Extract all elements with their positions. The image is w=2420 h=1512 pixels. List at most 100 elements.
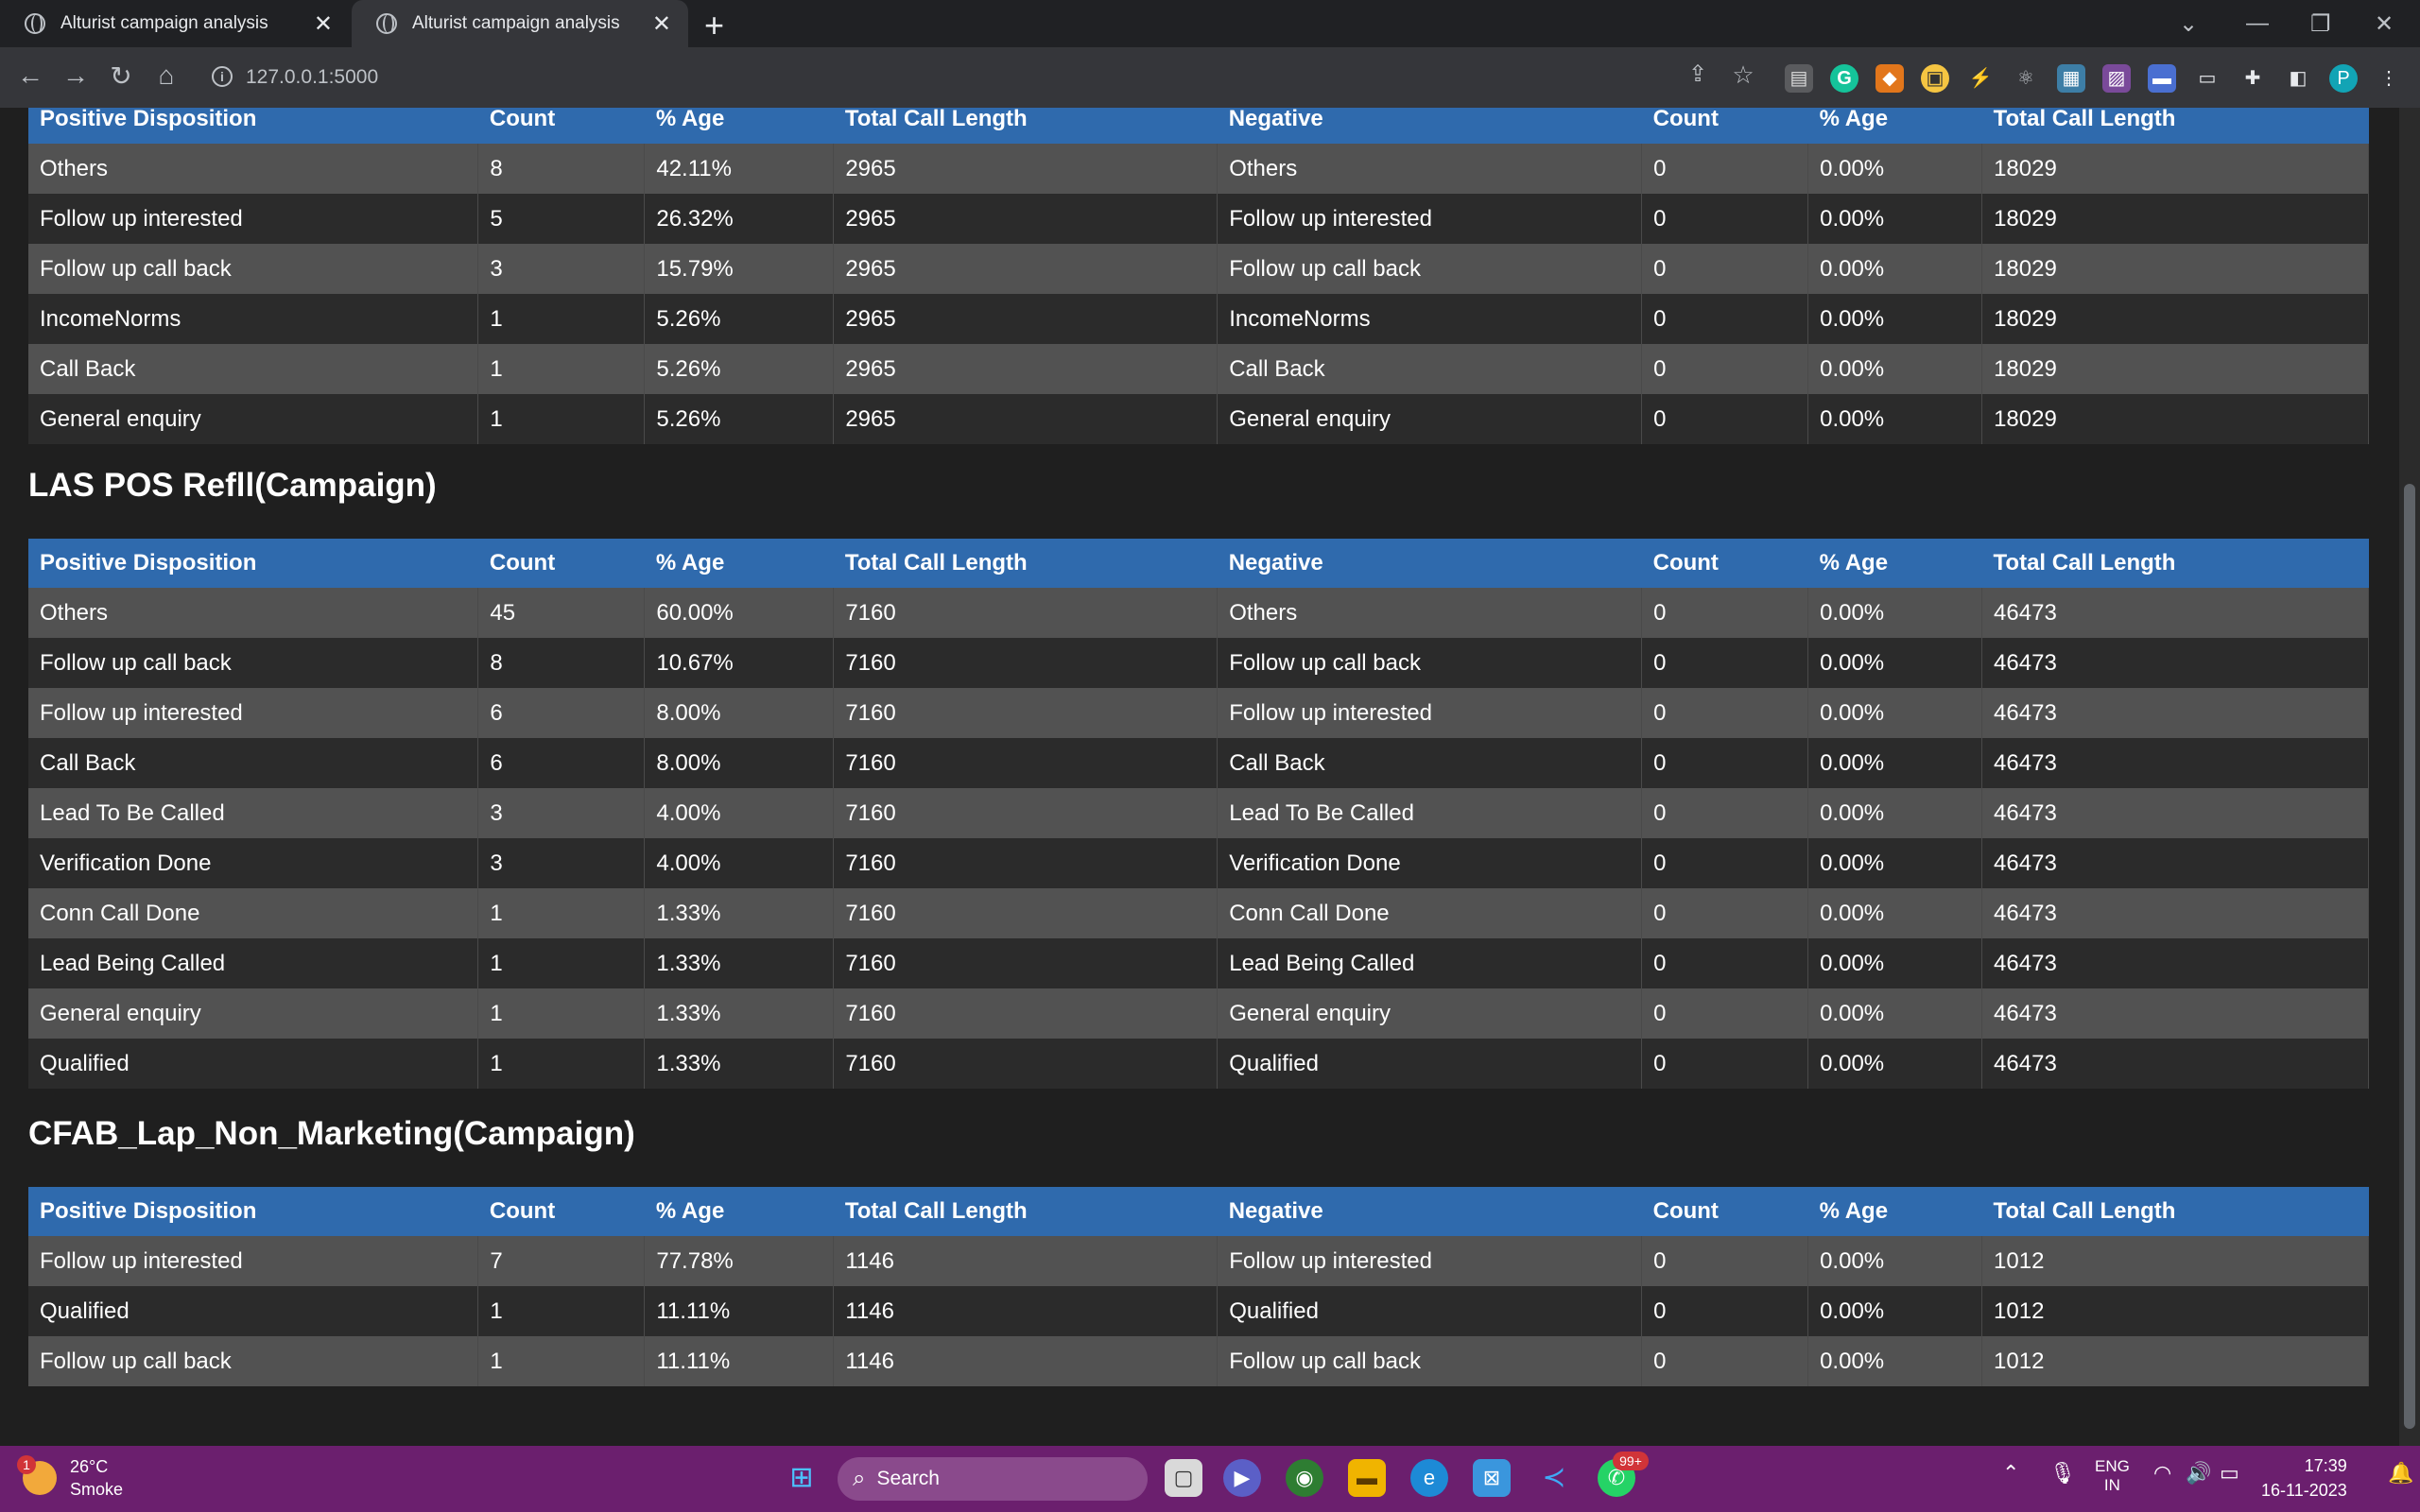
reload-icon[interactable]: ↻ bbox=[104, 60, 138, 92]
table-cell: IncomeNorms bbox=[28, 294, 479, 344]
table-cell: IncomeNorms bbox=[1217, 294, 1643, 344]
close-tab-icon[interactable]: ✕ bbox=[652, 10, 671, 38]
share-icon[interactable]: ⇪ bbox=[1681, 60, 1715, 88]
table-cell: 46473 bbox=[1981, 638, 2369, 688]
table-cell: Others bbox=[28, 588, 479, 638]
table-cell: 46473 bbox=[1981, 838, 2369, 888]
column-header: Total Call Length bbox=[1981, 108, 2369, 144]
weather-widget[interactable]: 1 26°C Smoke bbox=[17, 1455, 124, 1501]
chrome-icon[interactable]: ◉ bbox=[1286, 1459, 1323, 1497]
extension-docs-icon[interactable]: ▤ bbox=[1785, 64, 1813, 93]
page-scrollbar[interactable] bbox=[2399, 108, 2420, 1446]
microphone-icon[interactable]: 🎙 bbox=[2049, 1461, 2076, 1486]
grammarly-icon[interactable]: G bbox=[1830, 64, 1858, 93]
table-cell: 1 bbox=[477, 394, 646, 444]
edge-icon[interactable]: e bbox=[1410, 1459, 1448, 1497]
extension-image-icon[interactable]: ▨ bbox=[2102, 64, 2131, 93]
table-cell: Qualified bbox=[1217, 1039, 1643, 1089]
table-cell: 46473 bbox=[1981, 688, 2369, 738]
extension-folder-icon[interactable]: ▬ bbox=[2148, 64, 2176, 93]
battery-icon[interactable]: ▭ bbox=[2220, 1461, 2239, 1486]
browser-tab-2[interactable]: Alturist campaign analysis ✕ bbox=[352, 0, 688, 47]
weather-desc: Smoke bbox=[70, 1480, 124, 1499]
column-header: % Age bbox=[1807, 539, 1982, 588]
home-icon[interactable]: ⌂ bbox=[149, 60, 183, 91]
table-cell: 0 bbox=[1641, 244, 1809, 294]
table-cell: 0 bbox=[1641, 1236, 1809, 1286]
puzzle-extensions-icon[interactable]: ✚ bbox=[2238, 64, 2267, 93]
site-info-icon[interactable]: i bbox=[212, 66, 233, 87]
table-cell: 46473 bbox=[1981, 938, 2369, 988]
metamask-icon[interactable]: ◆ bbox=[1876, 64, 1904, 93]
clipboard-extension-icon[interactable]: ▣ bbox=[1921, 64, 1949, 93]
address-bar[interactable]: 127.0.0.1:5000 bbox=[246, 66, 378, 89]
tab-strip: Alturist campaign analysis ✕ Alturist ca… bbox=[0, 0, 2420, 47]
taskbar-search[interactable]: ⌕ Search bbox=[838, 1457, 1148, 1501]
table-row: Follow up interested 5 26.32% 2965 Follow up… bbox=[28, 194, 2369, 244]
column-header: Count bbox=[477, 108, 645, 144]
scroll-thumb[interactable] bbox=[2404, 484, 2415, 1429]
table-cell: 1146 bbox=[833, 1236, 1219, 1286]
language-indicator[interactable]: ENG IN bbox=[2095, 1457, 2130, 1495]
browser-tab-1[interactable]: Alturist campaign analysis ✕ bbox=[0, 0, 350, 47]
table-cell: 1146 bbox=[833, 1286, 1219, 1336]
column-header: Count bbox=[477, 539, 645, 588]
extension-grid-icon[interactable]: ▦ bbox=[2057, 64, 2085, 93]
side-panel-icon[interactable]: ◧ bbox=[2284, 64, 2312, 93]
file-explorer-icon[interactable]: ▬ bbox=[1348, 1459, 1386, 1497]
table-cell: 7160 bbox=[833, 788, 1219, 838]
restore-icon[interactable]: ❐ bbox=[2310, 0, 2331, 47]
column-header: % Age bbox=[644, 108, 834, 144]
extension-window-icon[interactable]: ▭ bbox=[2193, 64, 2221, 93]
table-cell: 60.00% bbox=[644, 588, 835, 638]
table-cell: 18029 bbox=[1981, 394, 2369, 444]
section-title: LAS POS Refll(Campaign) bbox=[28, 467, 437, 504]
table-cell: 1012 bbox=[1981, 1286, 2369, 1336]
table-cell: Call Back bbox=[1217, 738, 1643, 788]
bolt-extension-icon[interactable]: ⚡ bbox=[1966, 64, 1995, 93]
tray-overflow-icon[interactable]: ⌃ bbox=[2002, 1461, 2019, 1486]
back-icon[interactable]: ← bbox=[13, 60, 47, 91]
profile-avatar[interactable]: P bbox=[2329, 64, 2358, 93]
menu-kebab-icon[interactable]: ⋮ bbox=[2375, 64, 2403, 93]
table-cell: 45 bbox=[477, 588, 646, 638]
column-header: Total Call Length bbox=[833, 108, 1218, 144]
column-header: Total Call Length bbox=[833, 539, 1218, 588]
vscode-icon[interactable]: ≺ bbox=[1535, 1459, 1573, 1497]
table-cell: Follow up call back bbox=[28, 244, 479, 294]
react-devtools-icon[interactable]: ⚛ bbox=[2012, 64, 2040, 93]
table-cell: 0.00% bbox=[1807, 1236, 1983, 1286]
bookmark-star-icon[interactable]: ☆ bbox=[1726, 60, 1760, 90]
task-view-icon[interactable]: ▢ bbox=[1165, 1459, 1202, 1497]
column-header: Negative bbox=[1217, 539, 1642, 588]
store-icon[interactable]: ⊠ bbox=[1473, 1459, 1511, 1497]
table-cell: 7160 bbox=[833, 638, 1219, 688]
teams-icon[interactable]: ▶ bbox=[1223, 1459, 1261, 1497]
windows-start-icon[interactable]: ⊞ bbox=[783, 1459, 821, 1497]
column-header: % Age bbox=[1807, 1187, 1982, 1236]
table-cell: 1 bbox=[477, 344, 646, 394]
table-cell: 7160 bbox=[833, 888, 1219, 938]
table-row: General enquiry 1 1.33% 7160 General enquiry… bbox=[28, 988, 2369, 1039]
table-cell: 1146 bbox=[833, 1336, 1219, 1386]
table-cell: Verification Done bbox=[1217, 838, 1643, 888]
forward-icon[interactable]: → bbox=[59, 60, 93, 91]
table-cell: 0.00% bbox=[1807, 194, 1983, 244]
table-cell: 1012 bbox=[1981, 1236, 2369, 1286]
new-tab-button[interactable]: + bbox=[704, 6, 724, 45]
volume-icon[interactable]: 🔊 bbox=[2186, 1461, 2211, 1486]
table-cell: 15.79% bbox=[644, 244, 835, 294]
system-clock[interactable]: 17:39 16-11-2023 bbox=[2261, 1453, 2347, 1503]
tab-search-icon[interactable]: ⌄ bbox=[2179, 0, 2198, 47]
minimize-icon[interactable]: — bbox=[2246, 0, 2269, 47]
notification-bell-icon[interactable]: 🔔 bbox=[2388, 1461, 2413, 1486]
wifi-icon[interactable]: ◠ bbox=[2153, 1461, 2171, 1486]
table-cell: 1.33% bbox=[644, 1039, 835, 1089]
table-cell: Qualified bbox=[28, 1039, 479, 1089]
table-cell: Follow up interested bbox=[1217, 1236, 1643, 1286]
table-cell: Others bbox=[1217, 588, 1643, 638]
table-cell: 46473 bbox=[1981, 588, 2369, 638]
close-window-icon[interactable]: ✕ bbox=[2375, 0, 2394, 47]
table-cell: Others bbox=[1217, 144, 1643, 194]
close-tab-icon[interactable]: ✕ bbox=[314, 10, 333, 38]
